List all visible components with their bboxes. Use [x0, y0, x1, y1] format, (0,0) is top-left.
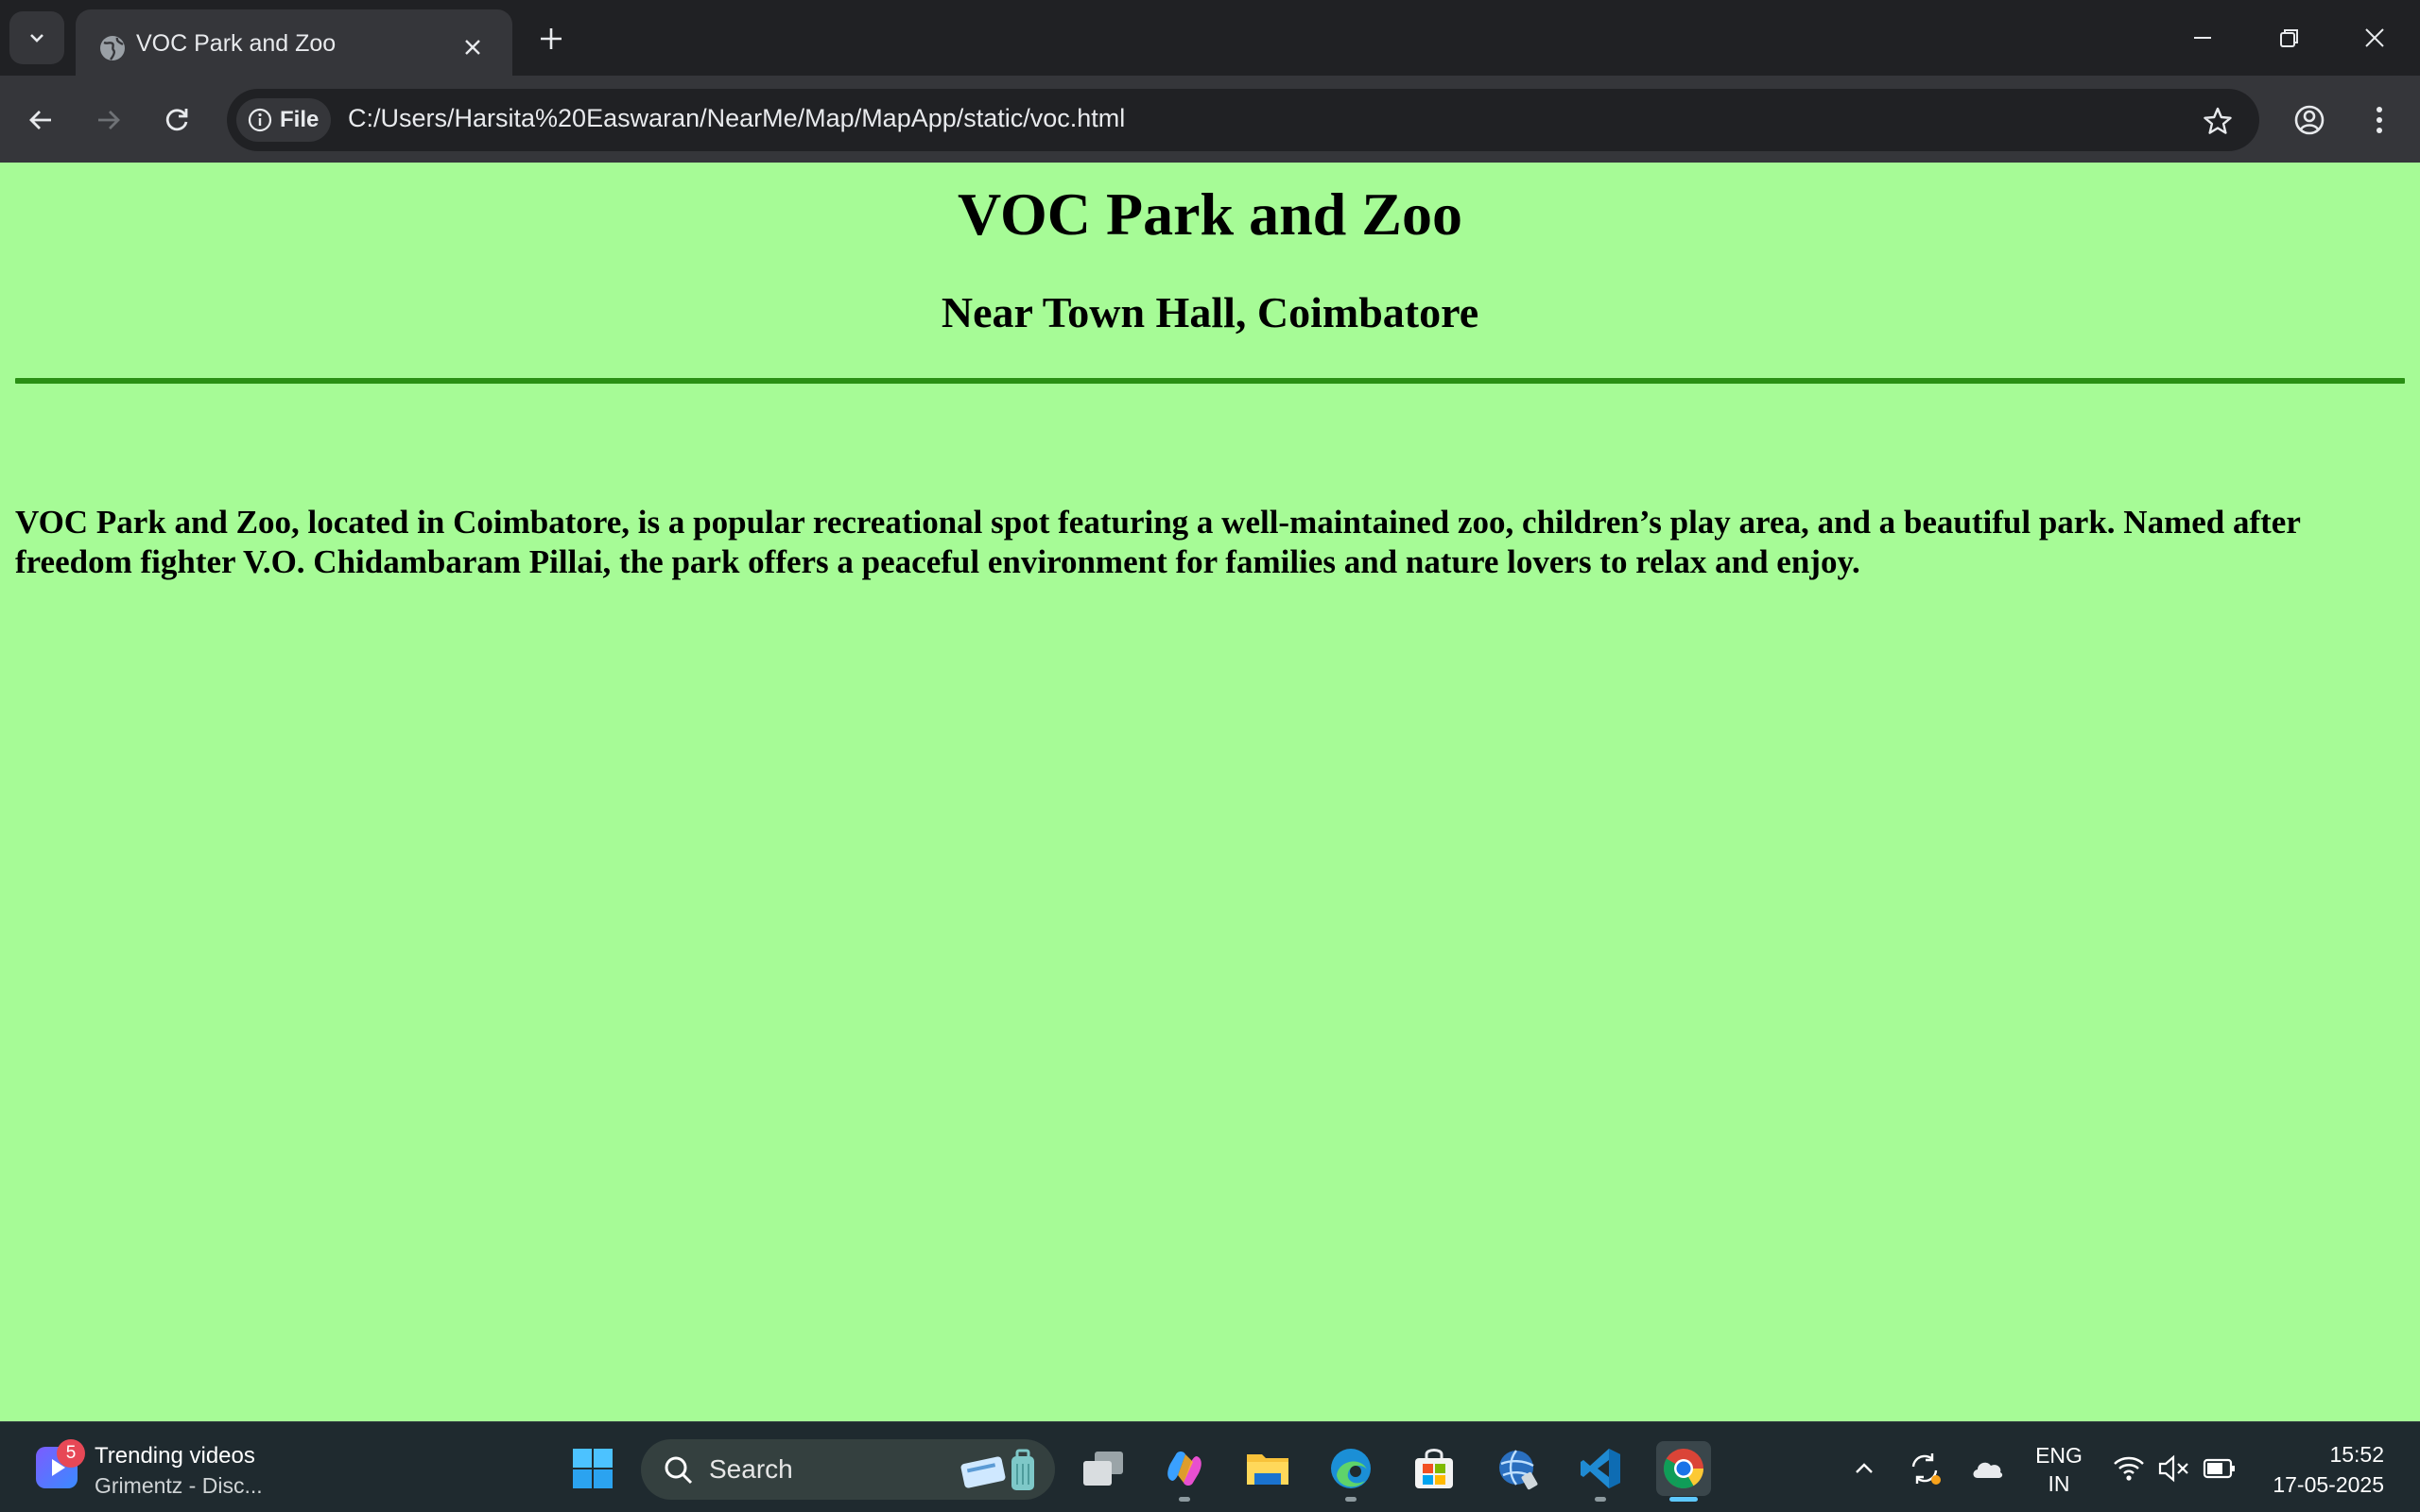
- travel-highlight-icon: [960, 1449, 1034, 1490]
- task-view-icon: [1083, 1452, 1123, 1486]
- window-close-icon: [2365, 28, 2384, 47]
- input-language-indicator[interactable]: ENG IN: [2029, 1441, 2089, 1498]
- widget-title: Trending videos: [95, 1443, 255, 1469]
- search-icon: [665, 1456, 693, 1485]
- tab-close-button[interactable]: [458, 32, 488, 62]
- minimize-icon: [2194, 37, 2211, 39]
- chrome-button[interactable]: [1656, 1441, 1711, 1502]
- vscode-icon: [1581, 1449, 1620, 1488]
- widget-badge: 5: [57, 1439, 85, 1468]
- profile-button[interactable]: [2286, 96, 2333, 144]
- store-button[interactable]: [1407, 1441, 1461, 1496]
- chrome-icon: [1663, 1449, 1703, 1489]
- chevron-up-icon: [1856, 1463, 1873, 1473]
- edge-icon: [1331, 1449, 1371, 1488]
- minimize-button[interactable]: [2174, 11, 2231, 64]
- star-icon: [2204, 107, 2232, 134]
- network-button[interactable]: [2108, 1447, 2150, 1490]
- language-code: ENG: [2035, 1443, 2083, 1468]
- copilot-button[interactable]: [1157, 1441, 1212, 1502]
- edge-button[interactable]: [1323, 1441, 1378, 1502]
- windows-start-icon: [573, 1449, 613, 1488]
- new-tab-button[interactable]: [527, 17, 575, 60]
- widgets-button[interactable]: 5 Trending videos Grimentz - Disc...: [32, 1439, 316, 1500]
- show-hidden-icons-button[interactable]: [1843, 1447, 1885, 1490]
- system-clock[interactable]: 15:52 17-05-2025: [2231, 1439, 2384, 1500]
- bookmark-button[interactable]: [2199, 102, 2237, 140]
- wifi-icon: [2114, 1456, 2144, 1481]
- running-indicator: [1595, 1497, 1606, 1502]
- globe-icon: [100, 36, 125, 60]
- restore-button[interactable]: [2261, 11, 2318, 64]
- address-bar[interactable]: File C:/Users/Harsita%20Easwaran/NearMe/…: [227, 89, 2259, 151]
- file-explorer-icon: [1247, 1454, 1288, 1485]
- plus-icon: [541, 28, 562, 49]
- site-info-label: File: [280, 107, 320, 132]
- site-info-chip[interactable]: File: [236, 98, 331, 142]
- running-indicator: [1179, 1497, 1190, 1502]
- tab-title: VOC Park and Zoo: [136, 30, 337, 57]
- active-tab[interactable]: VOC Park and Zoo: [76, 9, 512, 76]
- menu-button[interactable]: [2356, 96, 2403, 144]
- vscode-button[interactable]: [1573, 1441, 1628, 1502]
- forward-icon: [98, 111, 120, 129]
- close-icon: [465, 40, 480, 55]
- start-button[interactable]: [565, 1441, 620, 1496]
- sync-icon: [1911, 1453, 1941, 1485]
- page-description: VOC Park and Zoo, located in Coimbatore,…: [15, 504, 2301, 580]
- back-icon: [29, 111, 51, 129]
- file-explorer-button[interactable]: [1240, 1441, 1295, 1496]
- tab-search-button[interactable]: [9, 11, 64, 64]
- search-placeholder: Search: [709, 1454, 793, 1484]
- copilot-icon: [1167, 1452, 1201, 1486]
- taskbar: 5 Trending videos Grimentz - Disc... Sea…: [0, 1421, 2420, 1512]
- widget-subtitle: Grimentz - Disc...: [95, 1473, 263, 1498]
- menu-icon: [2377, 107, 2382, 133]
- page-subtitle: Near Town Hall, Coimbatore: [941, 288, 1479, 336]
- web-page: VOC Park and Zoo Near Town Hall, Coimbat…: [0, 163, 2420, 1421]
- active-indicator: [1669, 1497, 1698, 1502]
- info-icon: [248, 108, 272, 132]
- store-icon: [1415, 1449, 1453, 1488]
- horizontal-rule: [15, 378, 2405, 384]
- url-text[interactable]: C:/Users/Harsita%20Easwaran/NearMe/Map/M…: [348, 104, 1125, 133]
- browser-toolbar: File C:/Users/Harsita%20Easwaran/NearMe/…: [0, 76, 2420, 163]
- cloud-icon: [1973, 1462, 2003, 1478]
- clock-time: 15:52: [2329, 1442, 2384, 1467]
- page-title: VOC Park and Zoo: [958, 180, 1462, 248]
- globe-app-icon: [1499, 1450, 1538, 1490]
- window-close-button[interactable]: [2346, 11, 2403, 64]
- volume-muted-icon: [2158, 1454, 2188, 1483]
- restore-icon: [2280, 29, 2298, 47]
- task-view-button[interactable]: [1076, 1441, 1131, 1496]
- reload-button[interactable]: [153, 96, 200, 144]
- profile-icon: [2294, 105, 2325, 135]
- volume-button[interactable]: [2153, 1447, 2195, 1490]
- clock-date: 17-05-2025: [2273, 1472, 2384, 1497]
- running-indicator: [1345, 1497, 1357, 1502]
- tab-strip: VOC Park and Zoo: [0, 0, 2420, 76]
- forward-button[interactable]: [85, 96, 132, 144]
- globe-app-button[interactable]: [1490, 1441, 1545, 1496]
- sync-tray-button[interactable]: [1904, 1447, 1945, 1490]
- back-button[interactable]: [17, 96, 64, 144]
- region-code: IN: [2048, 1471, 2070, 1496]
- reload-icon: [165, 109, 188, 131]
- tab-search-icon: [30, 34, 43, 43]
- taskbar-search[interactable]: Search: [641, 1439, 1055, 1500]
- onedrive-tray-button[interactable]: [1966, 1447, 2008, 1490]
